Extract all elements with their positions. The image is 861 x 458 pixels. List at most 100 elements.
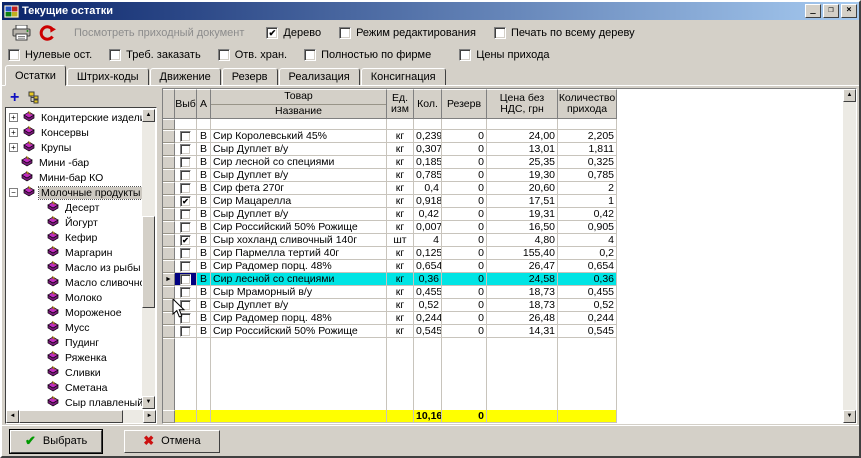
checkbox-box[interactable]: ✔	[266, 27, 278, 39]
header-flag[interactable]: А	[197, 89, 211, 119]
cancel-button[interactable]: ✖ Отмена	[124, 430, 219, 453]
select-cell[interactable]	[175, 286, 197, 299]
tree-expander-icon[interactable]: +	[9, 128, 18, 137]
close-button[interactable]: ×	[841, 4, 857, 18]
row-checkbox[interactable]	[180, 209, 191, 220]
product-name-cell[interactable]: Сир Радомер порц. 48%	[211, 312, 387, 325]
tree-item[interactable]: Мороженое	[8, 305, 142, 320]
product-name-cell[interactable]: Сыр Дуплет в/у	[211, 169, 387, 182]
maximize-button[interactable]: ❐	[823, 4, 839, 18]
row-checkbox[interactable]	[180, 144, 191, 155]
row-checkbox[interactable]: ✔	[180, 196, 191, 207]
tree-item[interactable]: +Крупы	[8, 140, 142, 155]
product-name-cell[interactable]: Сир Российский 50% Рожище	[211, 325, 387, 338]
select-cell[interactable]	[175, 156, 197, 169]
product-name-cell[interactable]: Сыр Мраморный в/у	[211, 286, 387, 299]
table-row[interactable]: ВСир Российский 50% Рожищекг0,545014,310…	[163, 325, 618, 338]
tree-item[interactable]: Пудинг	[8, 335, 142, 350]
product-name-cell[interactable]: Сир Радомер порц. 48%	[211, 260, 387, 273]
tree-vertical-scrollbar[interactable]: ▲ ▼	[142, 109, 155, 409]
toolbar-checkbox-0[interactable]: ✔Дерево	[266, 27, 321, 39]
row-checkbox[interactable]	[180, 170, 191, 181]
filter-checkbox-4[interactable]: Цены прихода	[459, 49, 549, 61]
tree-item[interactable]: Сметана	[8, 380, 142, 395]
select-cell[interactable]: ✔	[175, 195, 197, 208]
header-select[interactable]: Выб	[175, 89, 197, 119]
checkbox-box[interactable]	[8, 49, 20, 61]
row-checkbox[interactable]	[180, 274, 191, 285]
print-button[interactable]	[8, 22, 34, 44]
table-row[interactable]: ВСыр Дуплет в/укг0,307013,011,811	[163, 143, 618, 156]
product-name-cell[interactable]: Сир лесной со специями	[211, 273, 387, 286]
table-row[interactable]: ВСир фета 270гкг0,4020,602	[163, 182, 618, 195]
minimize-button[interactable]: _	[805, 4, 821, 18]
add-icon[interactable]: +	[10, 91, 19, 105]
table-row[interactable]: ВСир Королевський 45%кг0,239024,002,205	[163, 130, 618, 143]
select-cell[interactable]	[175, 182, 197, 195]
tree-item[interactable]: Сливки	[8, 365, 142, 380]
select-cell[interactable]	[175, 208, 197, 221]
scroll-up-icon[interactable]: ▲	[843, 89, 856, 102]
filter-checkbox-0[interactable]: Нулевые ост.	[8, 49, 92, 61]
tab-4[interactable]: Реализация	[279, 68, 360, 86]
scroll-down-icon[interactable]: ▼	[843, 410, 856, 423]
product-name-cell[interactable]: Сыр Дуплет в/у	[211, 208, 387, 221]
filter-checkbox-1[interactable]: Треб. заказать	[109, 49, 201, 61]
table-row[interactable]: ВСир Радомер порц. 48%кг0,244026,480,244	[163, 312, 618, 325]
table-row[interactable]: ✔ВСир Мацареллакг0,918017,511	[163, 195, 618, 208]
toolbar-checkbox-2[interactable]: Печать по всему дереву	[494, 27, 635, 39]
table-row[interactable]: ВСыр Мраморный в/укг0,455018,730,455	[163, 286, 618, 299]
table-row[interactable]: ВСир Радомер порц. 48%кг0,654026,470,654	[163, 260, 618, 273]
tree-item[interactable]: Сыр плавленый	[8, 395, 142, 410]
row-checkbox[interactable]	[180, 287, 191, 298]
row-checkbox[interactable]	[180, 157, 191, 168]
row-checkbox[interactable]	[180, 313, 191, 324]
tree-expander-icon[interactable]: −	[9, 188, 18, 197]
checkbox-box[interactable]	[218, 49, 230, 61]
header-unit[interactable]: Ед. изм	[387, 89, 414, 119]
table-row[interactable]: ►ВСир лесной со специямикг0,36024,580,36	[163, 273, 618, 286]
product-name-cell[interactable]: Сыр хохланд сливочный 140г	[211, 234, 387, 247]
tree-item[interactable]: Мини -бар	[8, 155, 142, 170]
product-name-cell[interactable]: Сыр Дуплет в/у	[211, 143, 387, 156]
tree-item[interactable]: Масло из рыбы и	[8, 260, 142, 275]
scroll-left-icon[interactable]: ◄	[6, 410, 19, 423]
tree-hscroll-thumb[interactable]	[19, 410, 123, 423]
tree-view-icon[interactable]	[28, 91, 42, 104]
tree-vscroll-thumb[interactable]	[142, 216, 155, 308]
product-name-cell[interactable]: Сир Пармелла тертий 40г	[211, 247, 387, 260]
select-cell[interactable]: ✔	[175, 234, 197, 247]
checkbox-box[interactable]	[304, 49, 316, 61]
product-name-cell[interactable]: Сир фета 270г	[211, 182, 387, 195]
header-product[interactable]: Товар Название	[211, 89, 387, 119]
select-cell[interactable]	[175, 247, 197, 260]
select-cell[interactable]	[175, 312, 197, 325]
tree-horizontal-scrollbar[interactable]: ◄ ►	[6, 410, 156, 423]
product-name-cell[interactable]: Сыр Дуплет в/у	[211, 299, 387, 312]
table-row[interactable]: ВСыр Дуплет в/укг0,785019,300,785	[163, 169, 618, 182]
product-name-cell[interactable]: Сир Мацарелла	[211, 195, 387, 208]
tree-item[interactable]: −Молочные продукты	[8, 185, 142, 200]
tree-item[interactable]: Мини-бар КО	[8, 170, 142, 185]
scroll-up-icon[interactable]: ▲	[142, 109, 155, 122]
row-checkbox[interactable]: ✔	[180, 235, 191, 246]
table-row[interactable]: ✔ВСыр хохланд сливочный 140гшт404,804	[163, 234, 618, 247]
table-row[interactable]: ВСир Пармелла тертий 40гкг0,1250155,400,…	[163, 247, 618, 260]
checkbox-box[interactable]	[494, 27, 506, 39]
tree-item[interactable]: +Консервы	[8, 125, 142, 140]
row-checkbox[interactable]	[180, 131, 191, 142]
select-cell[interactable]	[175, 169, 197, 182]
tree-expander-icon[interactable]: +	[9, 113, 18, 122]
header-price[interactable]: Цена без НДС, грн	[487, 89, 558, 119]
table-row[interactable]: ВСыр Дуплет в/укг0,42019,310,42	[163, 208, 618, 221]
tree-item[interactable]: Мусс	[8, 320, 142, 335]
filter-checkbox-2[interactable]: Отв. хран.	[218, 49, 287, 61]
tree-item[interactable]: +Кондитерские издели	[8, 110, 142, 125]
select-cell[interactable]	[175, 130, 197, 143]
row-checkbox[interactable]	[180, 222, 191, 233]
header-incoming[interactable]: Количество прихода	[558, 89, 617, 119]
tree-item[interactable]: Десерт	[8, 200, 142, 215]
select-cell[interactable]	[175, 299, 197, 312]
select-cell[interactable]	[175, 273, 197, 286]
product-name-cell[interactable]: Сир лесной со специями	[211, 156, 387, 169]
